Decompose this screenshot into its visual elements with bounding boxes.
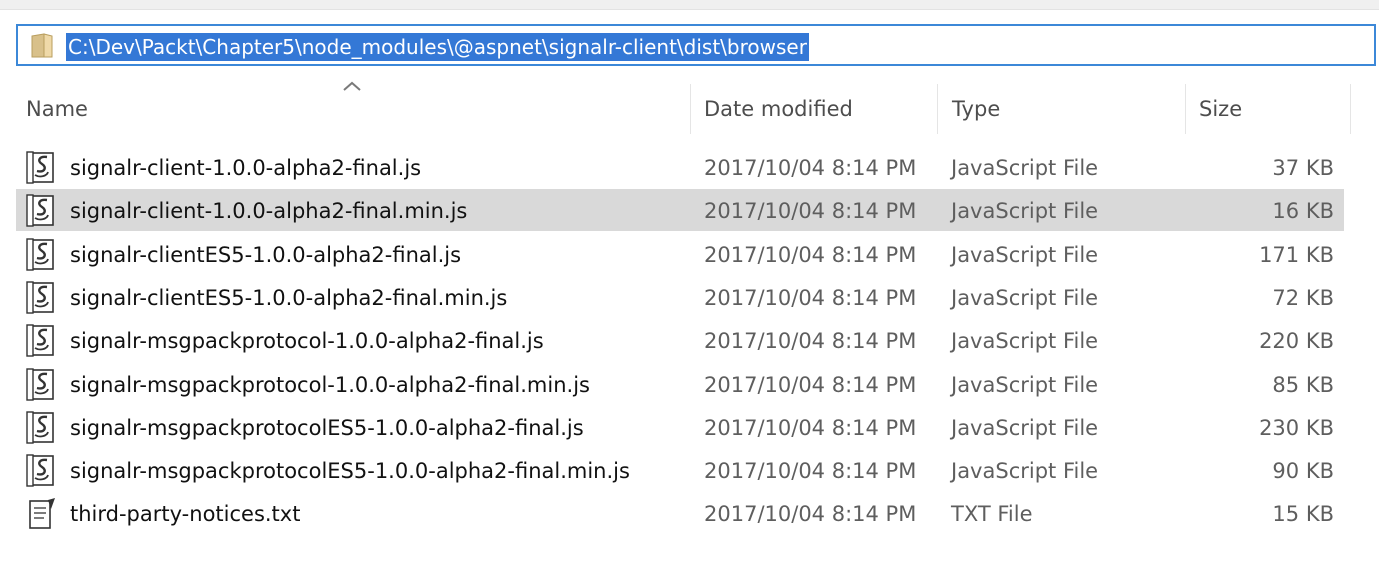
file-name: signalr-client-1.0.0-alpha2-final.min.js xyxy=(70,199,468,223)
file-name: signalr-msgpackprotocol-1.0.0-alpha2-fin… xyxy=(70,373,590,397)
file-size: 85 KB xyxy=(1272,373,1334,397)
file-date-modified: 2017/10/04 8:14 PM xyxy=(704,373,917,397)
file-name: signalr-msgpackprotocolES5-1.0.0-alpha2-… xyxy=(70,459,630,483)
file-size: 72 KB xyxy=(1272,286,1334,310)
file-type: TXT File xyxy=(951,502,1033,526)
file-size: 37 KB xyxy=(1272,156,1334,180)
txt-file-icon xyxy=(29,498,55,529)
file-type: JavaScript File xyxy=(951,286,1099,310)
file-date-modified: 2017/10/04 8:14 PM xyxy=(704,416,917,440)
file-row[interactable]: signalr-client-1.0.0-alpha2-final.min.js… xyxy=(0,189,1379,232)
file-type: JavaScript File xyxy=(951,243,1099,267)
js-file-icon xyxy=(26,324,54,357)
js-file-icon xyxy=(26,281,54,314)
js-file-icon xyxy=(26,151,54,184)
js-file-icon xyxy=(26,238,54,271)
column-header-type[interactable]: Type xyxy=(952,94,1000,124)
column-divider[interactable] xyxy=(1185,84,1186,134)
js-file-icon xyxy=(26,194,54,227)
js-file-icon xyxy=(26,454,54,487)
file-type: JavaScript File xyxy=(951,373,1099,397)
file-type: JavaScript File xyxy=(951,416,1099,440)
file-date-modified: 2017/10/04 8:14 PM xyxy=(704,502,917,526)
file-name: signalr-client-1.0.0-alpha2-final.js xyxy=(70,156,422,180)
file-type: JavaScript File xyxy=(951,156,1099,180)
js-file-icon xyxy=(26,411,54,444)
file-name: signalr-clientES5-1.0.0-alpha2-final.js xyxy=(70,243,462,267)
file-size: 16 KB xyxy=(1272,199,1334,223)
file-name: third-party-notices.txt xyxy=(70,502,301,526)
address-path[interactable]: C:\Dev\Packt\Chapter5\node_modules\@aspn… xyxy=(66,33,809,61)
column-header-name[interactable]: Name xyxy=(26,94,88,124)
file-date-modified: 2017/10/04 8:14 PM xyxy=(704,286,917,310)
file-date-modified: 2017/10/04 8:14 PM xyxy=(704,459,917,483)
file-size: 15 KB xyxy=(1272,502,1334,526)
file-row[interactable]: signalr-msgpackprotocolES5-1.0.0-alpha2-… xyxy=(0,449,1379,492)
sort-ascending-icon xyxy=(343,81,361,91)
file-name: signalr-msgpackprotocolES5-1.0.0-alpha2-… xyxy=(70,416,584,440)
window-top-strip xyxy=(0,0,1379,10)
file-size: 220 KB xyxy=(1259,329,1334,353)
address-bar[interactable]: C:\Dev\Packt\Chapter5\node_modules\@aspn… xyxy=(16,24,1376,66)
file-date-modified: 2017/10/04 8:14 PM xyxy=(704,156,917,180)
file-row[interactable]: signalr-msgpackprotocol-1.0.0-alpha2-fin… xyxy=(0,319,1379,362)
file-row[interactable]: signalr-client-1.0.0-alpha2-final.js 201… xyxy=(0,146,1379,189)
file-size: 90 KB xyxy=(1272,459,1334,483)
column-header-size[interactable]: Size xyxy=(1199,94,1242,124)
file-type: JavaScript File xyxy=(951,329,1099,353)
file-date-modified: 2017/10/04 8:14 PM xyxy=(704,243,917,267)
file-row[interactable]: signalr-clientES5-1.0.0-alpha2-final.min… xyxy=(0,276,1379,319)
folder-icon xyxy=(31,33,53,58)
file-type: JavaScript File xyxy=(951,199,1099,223)
file-name: signalr-clientES5-1.0.0-alpha2-final.min… xyxy=(70,286,508,310)
file-row[interactable]: signalr-msgpackprotocol-1.0.0-alpha2-fin… xyxy=(0,363,1379,406)
column-header-date-modified[interactable]: Date modified xyxy=(704,94,853,124)
file-size: 171 KB xyxy=(1259,243,1334,267)
file-type: JavaScript File xyxy=(951,459,1099,483)
file-row[interactable]: signalr-clientES5-1.0.0-alpha2-final.js … xyxy=(0,233,1379,276)
file-row[interactable]: third-party-notices.txt 2017/10/04 8:14 … xyxy=(0,492,1379,535)
file-date-modified: 2017/10/04 8:14 PM xyxy=(704,199,917,223)
column-divider[interactable] xyxy=(690,84,691,134)
file-name: signalr-msgpackprotocol-1.0.0-alpha2-fin… xyxy=(70,329,544,353)
column-divider[interactable] xyxy=(1350,84,1351,134)
column-divider[interactable] xyxy=(937,84,938,134)
js-file-icon xyxy=(26,368,54,401)
file-size: 230 KB xyxy=(1259,416,1334,440)
file-row[interactable]: signalr-msgpackprotocolES5-1.0.0-alpha2-… xyxy=(0,406,1379,449)
file-date-modified: 2017/10/04 8:14 PM xyxy=(704,329,917,353)
